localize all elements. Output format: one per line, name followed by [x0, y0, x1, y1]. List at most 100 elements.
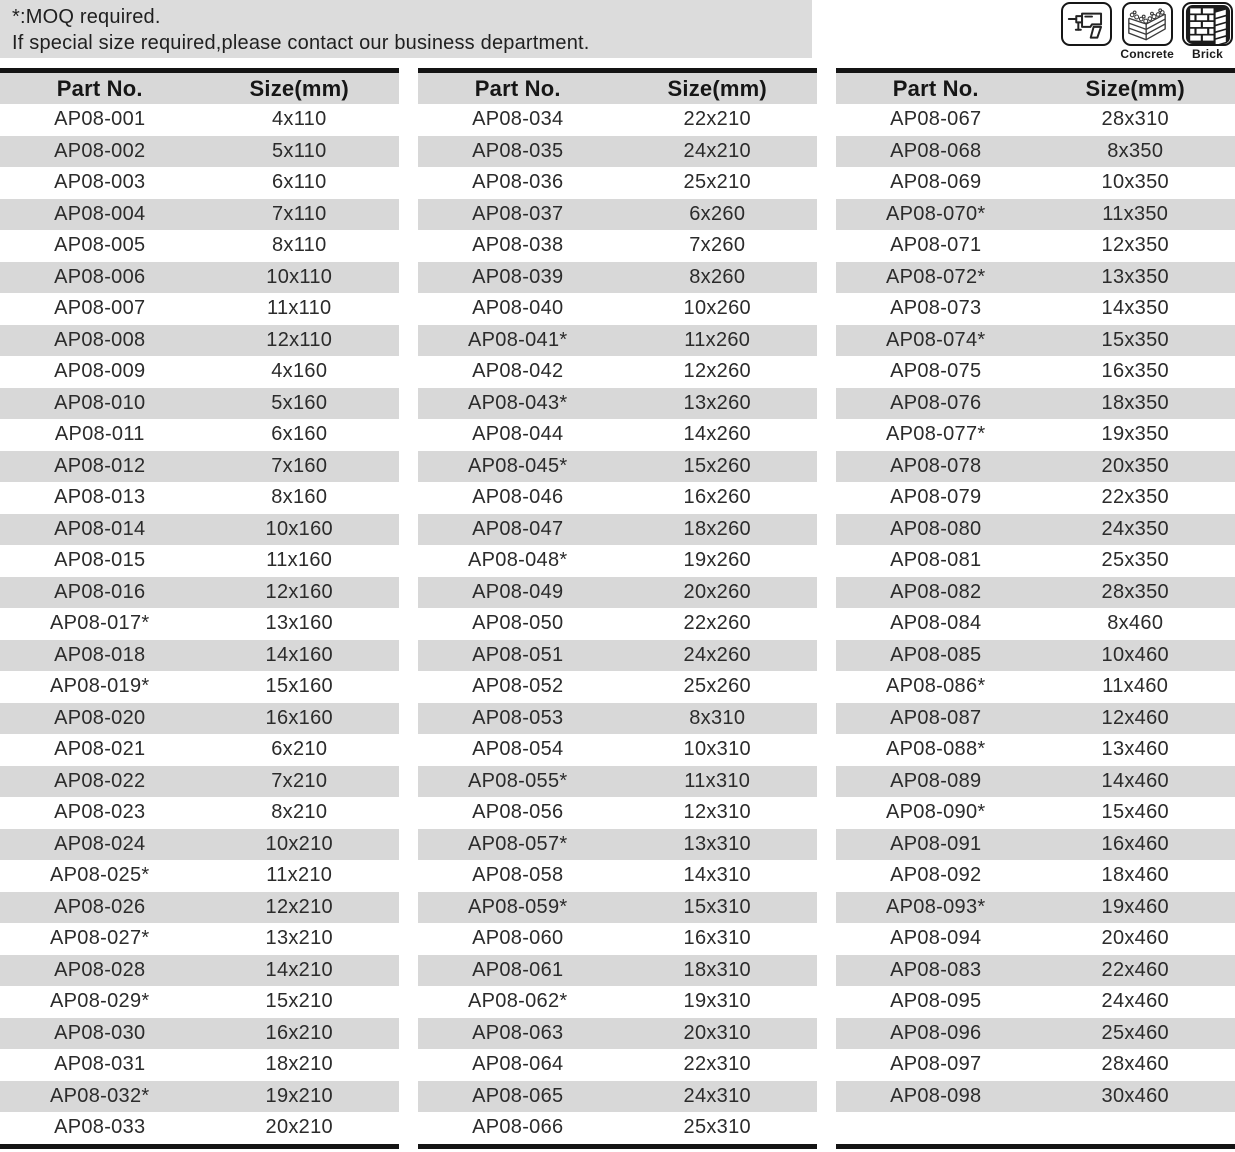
size-cell: 25x210: [618, 167, 818, 199]
brick-icon: [1182, 2, 1233, 46]
size-cell: 10x460: [1036, 640, 1235, 672]
part-no-cell: AP08-074*: [836, 325, 1036, 357]
size-cell: 19x350: [1036, 419, 1235, 451]
part-no-cell: AP08-082: [836, 577, 1036, 609]
table-row: AP08-056 12x310: [418, 797, 817, 829]
size-cell: 11x350: [1036, 199, 1235, 231]
size-cell: 13x260: [618, 388, 818, 420]
part-no-cell: AP08-078: [836, 451, 1036, 483]
size-cell: 16x350: [1036, 356, 1235, 388]
moq-note: *:MOQ required. If special size required…: [0, 0, 812, 58]
size-cell: 6x160: [200, 419, 400, 451]
table-header: Part No. Size(mm): [0, 68, 399, 104]
part-no-cell: AP08-028: [0, 955, 200, 987]
size-cell: 19x310: [618, 986, 818, 1018]
part-no-cell: AP08-004: [0, 199, 200, 231]
part-no-cell: AP08-041*: [418, 325, 618, 357]
table-row: AP08-042 12x260: [418, 356, 817, 388]
part-no-cell: AP08-037: [418, 199, 618, 231]
part-no-cell: AP08-011: [0, 419, 200, 451]
table-row: AP08-089 14x460: [836, 766, 1235, 798]
size-cell: 12x260: [618, 356, 818, 388]
table-row: AP08-083 22x460: [836, 955, 1235, 987]
part-no-cell: AP08-096: [836, 1018, 1036, 1050]
size-cell: 12x110: [200, 325, 400, 357]
size-cell: 15x350: [1036, 325, 1235, 357]
part-no-cell: AP08-094: [836, 923, 1036, 955]
table-row: AP08-019* 15x160: [0, 671, 399, 703]
size-cell: 6x210: [200, 734, 400, 766]
size-cell: 20x310: [618, 1018, 818, 1050]
size-cell: 11x110: [200, 293, 400, 325]
table-row: AP08-031 18x210: [0, 1049, 399, 1081]
table-row: AP08-016 12x160: [0, 577, 399, 609]
size-header: Size(mm): [1036, 73, 1235, 104]
part-no-cell: AP08-064: [418, 1049, 618, 1081]
part-no-cell: AP08-009: [0, 356, 200, 388]
part-no-cell: AP08-090*: [836, 797, 1036, 829]
parts-table-group-1: Part No. Size(mm) AP08-001 4x110 AP08-00…: [0, 68, 399, 1149]
part-no-cell: AP08-080: [836, 514, 1036, 546]
size-header: Size(mm): [618, 73, 818, 104]
table-row: AP08-068 8x350: [836, 136, 1235, 168]
part-no-cell: AP08-089: [836, 766, 1036, 798]
part-no-cell: AP08-021: [0, 734, 200, 766]
table-row: AP08-002 5x110: [0, 136, 399, 168]
table-row: AP08-050 22x260: [418, 608, 817, 640]
part-no-cell: AP08-072*: [836, 262, 1036, 294]
table-row: AP08-079 22x350: [836, 482, 1235, 514]
table-row: AP08-072* 13x350: [836, 262, 1235, 294]
size-cell: 24x210: [618, 136, 818, 168]
size-cell: 14x260: [618, 419, 818, 451]
part-no-cell: AP08-067: [836, 104, 1036, 136]
parts-table-group-3: Part No. Size(mm) AP08-067 28x310 AP08-0…: [836, 68, 1235, 1149]
part-no-cell: AP08-038: [418, 230, 618, 262]
table-row: AP08-082 28x350: [836, 577, 1235, 609]
part-no-cell: AP08-007: [0, 293, 200, 325]
part-no-cell: AP08-092: [836, 860, 1036, 892]
page-header: *:MOQ required. If special size required…: [0, 0, 1235, 68]
size-cell: 8x110: [200, 230, 400, 262]
hammer-drill-icon: [1061, 2, 1112, 46]
size-cell: 7x210: [200, 766, 400, 798]
table-row: AP08-078 20x350: [836, 451, 1235, 483]
table-row: AP08-071 12x350: [836, 230, 1235, 262]
part-no-cell: AP08-031: [0, 1049, 200, 1081]
size-cell: 24x460: [1036, 986, 1235, 1018]
size-cell: 16x160: [200, 703, 400, 735]
part-no-cell: AP08-087: [836, 703, 1036, 735]
size-cell: 7x160: [200, 451, 400, 483]
size-cell: 8x310: [618, 703, 818, 735]
size-cell: 11x310: [618, 766, 818, 798]
table-row: AP08-022 7x210: [0, 766, 399, 798]
table-row: AP08-047 18x260: [418, 514, 817, 546]
part-no-cell: AP08-076: [836, 388, 1036, 420]
part-no-cell: AP08-017*: [0, 608, 200, 640]
part-no-cell: AP08-033: [0, 1112, 200, 1144]
table-row: AP08-006 10x110: [0, 262, 399, 294]
table-row: AP08-027* 13x210: [0, 923, 399, 955]
brick-icon-label: Brick: [1192, 47, 1223, 62]
table-row: AP08-029* 15x210: [0, 986, 399, 1018]
part-no-cell: AP08-088*: [836, 734, 1036, 766]
table-row: AP08-026 12x210: [0, 892, 399, 924]
size-cell: 14x160: [200, 640, 400, 672]
table-row: AP08-081 25x350: [836, 545, 1235, 577]
size-cell: 15x160: [200, 671, 400, 703]
part-no-cell: AP08-020: [0, 703, 200, 735]
size-cell: 16x260: [618, 482, 818, 514]
concrete-icon-label: Concrete: [1120, 47, 1174, 62]
table-row: AP08-096 25x460: [836, 1018, 1235, 1050]
part-no-cell: AP08-042: [418, 356, 618, 388]
size-cell: 28x350: [1036, 577, 1235, 609]
moq-note-line1: *:MOQ required.: [12, 4, 800, 30]
size-cell: 18x260: [618, 514, 818, 546]
size-cell: 8x160: [200, 482, 400, 514]
table-row: AP08-039 8x260: [418, 262, 817, 294]
size-cell: 12x460: [1036, 703, 1235, 735]
size-cell: 25x260: [618, 671, 818, 703]
table-row: AP08-090* 15x460: [836, 797, 1235, 829]
parts-table-group-2: Part No. Size(mm) AP08-034 22x210 AP08-0…: [418, 68, 817, 1149]
part-no-cell: AP08-050: [418, 608, 618, 640]
size-cell: 10x210: [200, 829, 400, 861]
